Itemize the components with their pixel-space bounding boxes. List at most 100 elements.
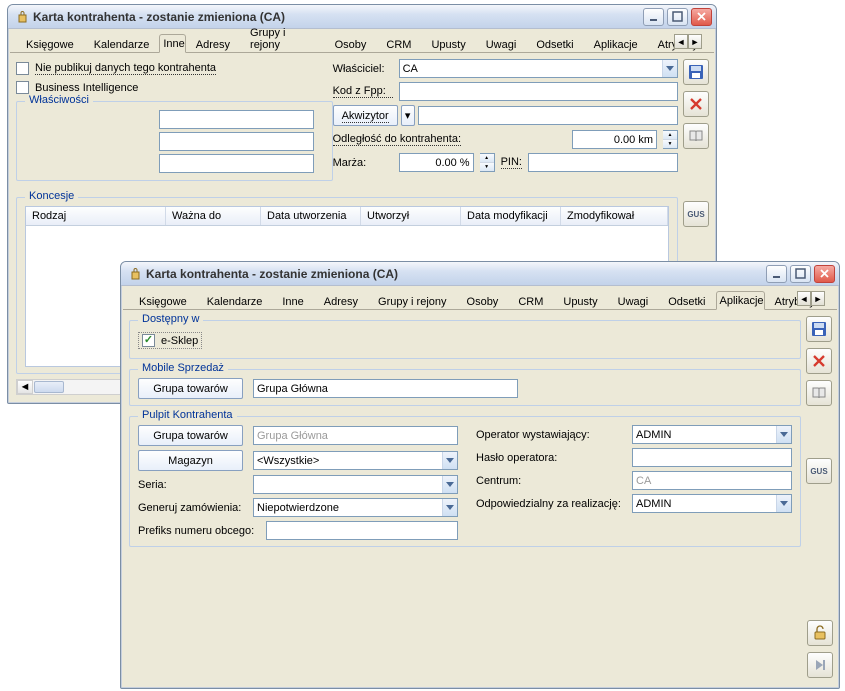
tab-scroll-right[interactable]: ► bbox=[688, 34, 702, 49]
grupa-towarow-button[interactable]: Grupa towarów bbox=[138, 378, 243, 399]
input-haslo[interactable] bbox=[632, 448, 792, 467]
gus-button[interactable]: GUS bbox=[806, 458, 832, 484]
tab-inne[interactable]: Inne bbox=[272, 292, 313, 310]
delete-button[interactable] bbox=[683, 91, 709, 117]
tab-kalendarze[interactable]: Kalendarze bbox=[84, 35, 160, 53]
label-generuj: Generuj zamówienia: bbox=[138, 502, 243, 514]
tab-inne[interactable]: Inne bbox=[159, 34, 185, 53]
save-button[interactable] bbox=[806, 316, 832, 342]
select-magazyn[interactable]: <Wszystkie> bbox=[253, 451, 458, 470]
maximize-button[interactable] bbox=[790, 265, 811, 283]
tab-ksiegowe[interactable]: Księgowe bbox=[129, 292, 197, 310]
titlebar[interactable]: Karta kontrahenta - zostanie zmieniona (… bbox=[8, 5, 716, 29]
label-centrum: Centrum: bbox=[476, 475, 626, 487]
tab-adresy[interactable]: Adresy bbox=[314, 292, 368, 310]
wlasc-field-2[interactable] bbox=[159, 132, 314, 151]
checkbox-niepublikuj[interactable]: Nie publikuj danych tego kontrahenta bbox=[16, 62, 216, 75]
close-button[interactable] bbox=[691, 8, 712, 26]
input-grupa-mobile[interactable] bbox=[253, 379, 518, 398]
chevron-down-icon bbox=[442, 476, 457, 493]
titlebar[interactable]: Karta kontrahenta - zostanie zmieniona (… bbox=[121, 262, 839, 286]
tab-kalendarze[interactable]: Kalendarze bbox=[197, 292, 273, 310]
scroll-left[interactable]: ◄ bbox=[17, 380, 33, 394]
gus-button[interactable]: GUS bbox=[683, 201, 709, 227]
akwizytor-dropdown-button[interactable]: ▾ bbox=[401, 105, 415, 126]
select-value: ADMIN bbox=[636, 498, 671, 510]
window-title: Karta kontrahenta - zostanie zmieniona (… bbox=[33, 10, 640, 24]
input-odleglosc[interactable] bbox=[572, 130, 657, 149]
maximize-button[interactable] bbox=[667, 8, 688, 26]
spinner-marza[interactable]: ▲▼ bbox=[480, 153, 495, 172]
grupa-towarow-button[interactable]: Grupa towarów bbox=[138, 425, 243, 446]
input-kod[interactable] bbox=[399, 82, 678, 101]
select-odpow[interactable]: ADMIN bbox=[632, 494, 792, 513]
input-akwizytor[interactable] bbox=[418, 106, 678, 125]
spinner-odleglosc[interactable]: ▲▼ bbox=[663, 130, 678, 149]
tab-crm[interactable]: CRM bbox=[508, 292, 553, 310]
tab-aplikacje[interactable]: Aplikacje bbox=[584, 35, 648, 53]
checkbox-icon bbox=[142, 334, 155, 347]
tab-scroll-left[interactable]: ◄ bbox=[674, 34, 688, 49]
input-marza[interactable] bbox=[399, 153, 474, 172]
book-button[interactable] bbox=[806, 380, 832, 406]
tab-grupy[interactable]: Grupy i rejony bbox=[240, 23, 325, 53]
col-datau[interactable]: Data utworzenia bbox=[261, 207, 361, 225]
unlock-button[interactable] bbox=[807, 620, 833, 646]
tab-adresy[interactable]: Adresy bbox=[186, 35, 240, 53]
chevron-down-icon bbox=[442, 452, 457, 469]
tab-uwagi[interactable]: Uwagi bbox=[608, 292, 659, 310]
goto-end-button[interactable] bbox=[807, 652, 833, 678]
col-datam[interactable]: Data modyfikacji bbox=[461, 207, 561, 225]
window-title: Karta kontrahenta - zostanie zmieniona (… bbox=[146, 267, 763, 281]
book-button[interactable] bbox=[683, 123, 709, 149]
checkbox-bi[interactable]: Business Intelligence bbox=[16, 81, 138, 94]
tab-aplikacje[interactable]: Aplikacje bbox=[716, 291, 765, 310]
chevron-down-icon bbox=[662, 60, 677, 77]
col-rodzaj[interactable]: Rodzaj bbox=[26, 207, 166, 225]
akwizytor-button[interactable]: Akwizytor bbox=[333, 105, 398, 126]
chevron-down-icon bbox=[442, 499, 457, 516]
delete-button[interactable] bbox=[806, 348, 832, 374]
cb-label: Business Intelligence bbox=[35, 82, 138, 94]
input-pin[interactable] bbox=[528, 153, 678, 172]
sidebar: GUS bbox=[805, 316, 833, 484]
content-aplikacje: Dostępny w e-Sklep Mobile Sprzedaż Grupa… bbox=[129, 316, 801, 680]
select-wlasciciel[interactable]: CA bbox=[399, 59, 678, 78]
magazyn-button[interactable]: Magazyn bbox=[138, 450, 243, 471]
tab-osoby[interactable]: Osoby bbox=[325, 35, 377, 53]
input-centrum[interactable] bbox=[632, 471, 792, 490]
tab-scroll-right[interactable]: ► bbox=[811, 291, 825, 306]
save-button[interactable] bbox=[683, 59, 709, 85]
select-seria[interactable] bbox=[253, 475, 458, 494]
fs-title: Koncesje bbox=[25, 190, 78, 202]
label-haslo: Hasło operatora: bbox=[476, 452, 626, 464]
label-seria: Seria: bbox=[138, 479, 243, 491]
wlasc-field-3[interactable] bbox=[159, 154, 314, 173]
col-utworzyl[interactable]: Utworzył bbox=[361, 207, 461, 225]
checkbox-esklep[interactable]: e-Sklep bbox=[138, 332, 202, 349]
select-generuj[interactable]: Niepotwierdzone bbox=[253, 498, 458, 517]
gus-label: GUS bbox=[687, 210, 704, 219]
close-button[interactable] bbox=[814, 265, 835, 283]
col-zmod[interactable]: Zmodyfikował bbox=[561, 207, 668, 225]
select-operator[interactable]: ADMIN bbox=[632, 425, 792, 444]
tab-scroll-left[interactable]: ◄ bbox=[797, 291, 811, 306]
tab-uwagi[interactable]: Uwagi bbox=[476, 35, 527, 53]
minimize-button[interactable] bbox=[643, 8, 664, 26]
tab-osoby[interactable]: Osoby bbox=[457, 292, 509, 310]
wlasc-field-1[interactable] bbox=[159, 110, 314, 129]
scroll-thumb[interactable] bbox=[34, 381, 64, 393]
input-prefiks[interactable] bbox=[266, 521, 458, 540]
tab-crm[interactable]: CRM bbox=[376, 35, 421, 53]
tab-upusty[interactable]: Upusty bbox=[421, 35, 475, 53]
col-wazna[interactable]: Ważna do bbox=[166, 207, 261, 225]
tab-odsetki[interactable]: Odsetki bbox=[658, 292, 715, 310]
tab-upusty[interactable]: Upusty bbox=[553, 292, 607, 310]
tab-grupy[interactable]: Grupy i rejony bbox=[368, 292, 456, 310]
input-grupa-pulpit[interactable] bbox=[253, 426, 458, 445]
minimize-button[interactable] bbox=[766, 265, 787, 283]
tab-ksiegowe[interactable]: Księgowe bbox=[16, 35, 84, 53]
fieldset-wlasciwosci: Właściwości bbox=[16, 101, 333, 181]
fieldset-dostepny: Dostępny w e-Sklep bbox=[129, 320, 801, 359]
tab-odsetki[interactable]: Odsetki bbox=[526, 35, 583, 53]
